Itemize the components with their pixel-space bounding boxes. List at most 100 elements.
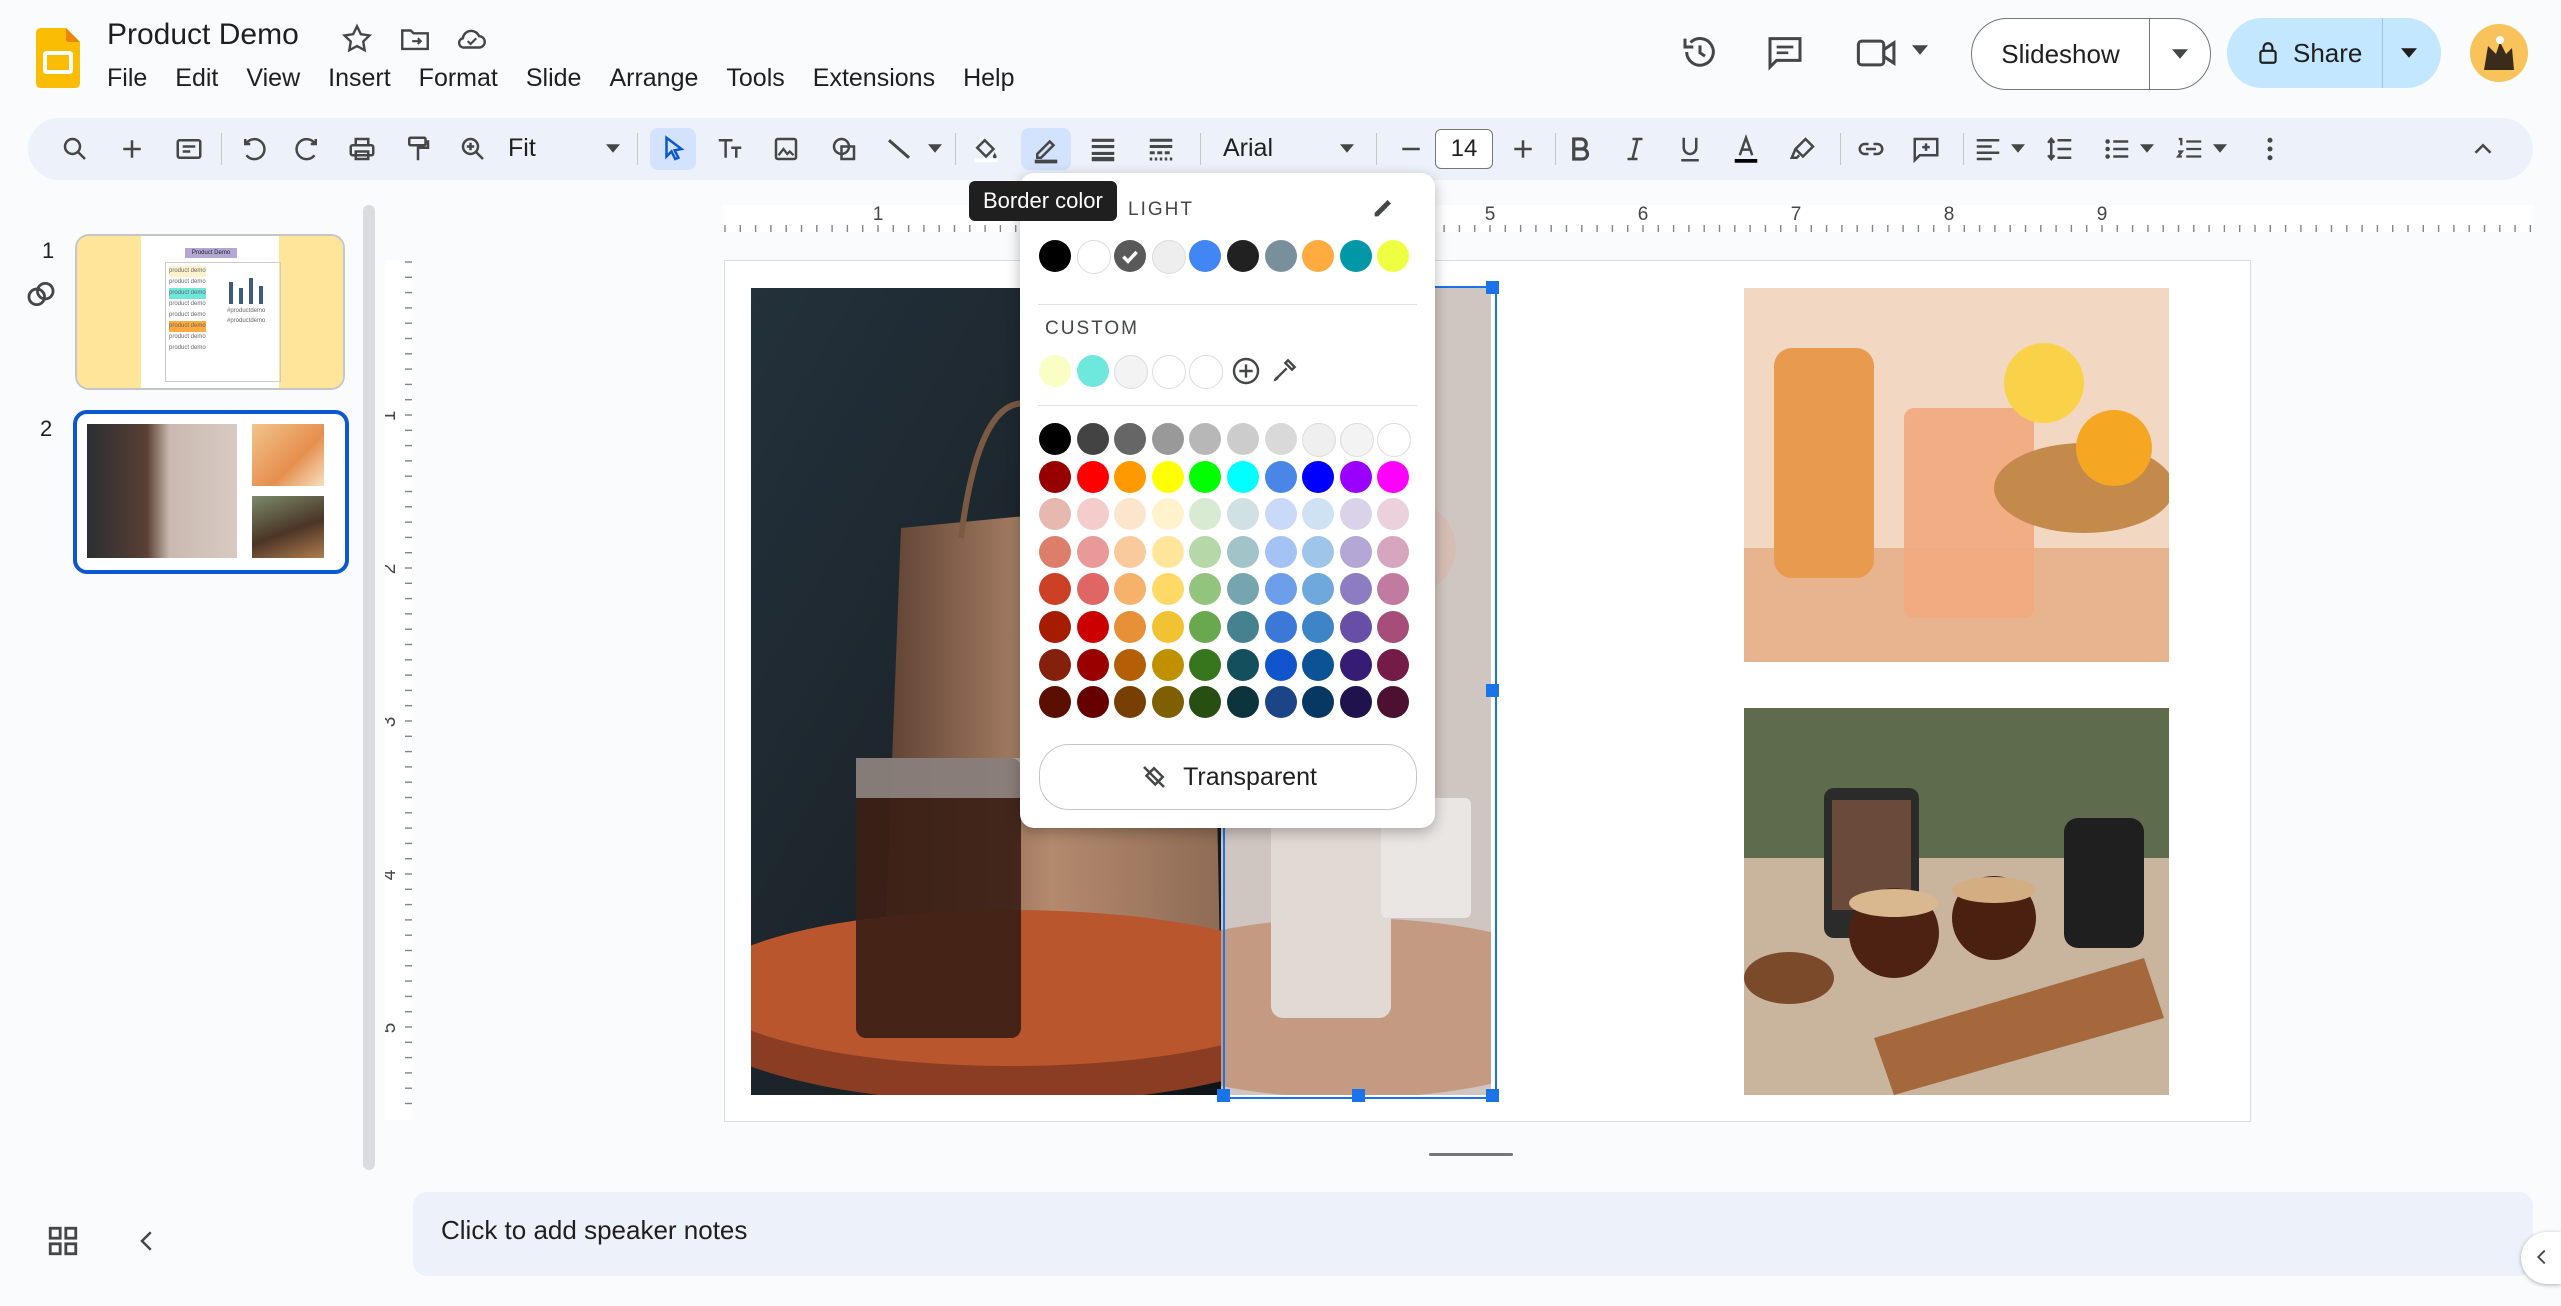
- palette-swatch-r2-4[interactable]: [1189, 498, 1222, 531]
- palette-swatch-r5-1[interactable]: [1076, 611, 1109, 643]
- palette-swatch-r6-8[interactable]: [1339, 648, 1372, 681]
- underline-button[interactable]: [1672, 131, 1708, 167]
- custom-swatch-4[interactable]: [1189, 355, 1224, 389]
- select-tool-button[interactable]: [656, 131, 692, 167]
- print-button[interactable]: [344, 131, 380, 167]
- theme-swatch-1[interactable]: [1076, 240, 1111, 274]
- undo-button[interactable]: [236, 131, 272, 167]
- palette-swatch-r0-4[interactable]: [1189, 423, 1222, 455]
- palette-swatch-r3-8[interactable]: [1339, 535, 1372, 568]
- resize-handle-ne[interactable]: [1486, 281, 1499, 294]
- shape-button[interactable]: [826, 131, 862, 167]
- palette-swatch-r6-9[interactable]: [1377, 648, 1410, 681]
- theme-swatch-2[interactable]: [1114, 240, 1147, 272]
- palette-swatch-r2-3[interactable]: [1151, 498, 1184, 531]
- palette-swatch-r4-9[interactable]: [1377, 573, 1410, 606]
- palette-swatch-r0-0[interactable]: [1039, 423, 1071, 455]
- add-comment-button[interactable]: [1908, 131, 1944, 167]
- share-dropdown-icon[interactable]: [2401, 47, 2418, 59]
- slide-canvas[interactable]: [724, 239, 2251, 1122]
- palette-swatch-r7-9[interactable]: [1377, 686, 1410, 719]
- zoom-dropdown-icon[interactable]: [606, 144, 620, 153]
- palette-swatch-r2-7[interactable]: [1302, 498, 1335, 531]
- palette-swatch-r3-2[interactable]: [1114, 535, 1147, 568]
- palette-swatch-r7-5[interactable]: [1227, 686, 1259, 719]
- palette-swatch-r2-6[interactable]: [1264, 498, 1297, 531]
- comments-icon[interactable]: [1765, 32, 1805, 72]
- palette-swatch-r2-5[interactable]: [1227, 498, 1259, 531]
- linked-objects-icon[interactable]: [24, 277, 58, 311]
- palette-swatch-r2-9[interactable]: [1377, 498, 1410, 531]
- side-panel-toggle[interactable]: [2521, 1232, 2561, 1284]
- photo-coffee-set[interactable]: [1744, 708, 2169, 1095]
- menu-format[interactable]: Format: [419, 64, 498, 93]
- menu-insert[interactable]: Insert: [328, 64, 391, 93]
- palette-swatch-r1-2[interactable]: [1114, 460, 1147, 493]
- meet-dropdown-icon[interactable]: [1912, 44, 1928, 56]
- bulleted-list-dropdown-icon[interactable]: [2140, 144, 2154, 153]
- palette-swatch-r6-0[interactable]: [1039, 648, 1071, 681]
- palette-swatch-r6-1[interactable]: [1076, 648, 1109, 681]
- palette-swatch-r5-8[interactable]: [1339, 611, 1372, 643]
- font-dropdown-icon[interactable]: [1340, 144, 1354, 153]
- resize-handle-sw[interactable]: [1217, 1089, 1230, 1102]
- italic-button[interactable]: [1617, 131, 1653, 167]
- add-custom-color-icon[interactable]: [1230, 355, 1262, 387]
- custom-swatch-2[interactable]: [1114, 355, 1149, 389]
- line-button[interactable]: [881, 131, 917, 167]
- menu-tools[interactable]: Tools: [726, 64, 784, 93]
- meet-camera-icon[interactable]: [1855, 34, 1899, 72]
- palette-swatch-r4-8[interactable]: [1339, 573, 1372, 606]
- palette-swatch-r3-0[interactable]: [1039, 535, 1071, 568]
- theme-swatch-6[interactable]: [1264, 240, 1297, 272]
- palette-swatch-r2-1[interactable]: [1076, 498, 1109, 531]
- palette-swatch-r0-9[interactable]: [1377, 423, 1412, 457]
- menu-help[interactable]: Help: [963, 64, 1014, 93]
- palette-swatch-r1-7[interactable]: [1302, 460, 1335, 493]
- eyedropper-icon[interactable]: [1268, 355, 1300, 387]
- palette-swatch-r5-0[interactable]: [1039, 611, 1071, 643]
- sidebar-scrollbar[interactable]: [363, 205, 375, 1170]
- slide-thumbnail-1[interactable]: Product Demo product demo product demo p…: [75, 234, 345, 390]
- palette-swatch-r5-5[interactable]: [1227, 611, 1259, 643]
- text-box-button[interactable]: [712, 131, 748, 167]
- zoom-button[interactable]: [455, 131, 491, 167]
- font-size-input[interactable]: 14: [1435, 129, 1493, 169]
- palette-swatch-r7-7[interactable]: [1302, 686, 1335, 719]
- palette-swatch-r6-2[interactable]: [1114, 648, 1147, 681]
- insert-link-button[interactable]: [1853, 131, 1889, 167]
- menu-extensions[interactable]: Extensions: [813, 64, 935, 93]
- palette-swatch-r6-4[interactable]: [1189, 648, 1222, 681]
- redo-button[interactable]: [289, 131, 325, 167]
- collapse-sidebar-icon[interactable]: [132, 1226, 162, 1256]
- custom-swatch-1[interactable]: [1076, 355, 1109, 387]
- palette-swatch-r4-5[interactable]: [1227, 573, 1259, 606]
- palette-swatch-r6-3[interactable]: [1151, 648, 1184, 681]
- palette-swatch-r5-4[interactable]: [1189, 611, 1222, 643]
- palette-swatch-r3-1[interactable]: [1076, 535, 1109, 568]
- palette-swatch-r7-6[interactable]: [1264, 686, 1297, 719]
- palette-swatch-r1-4[interactable]: [1189, 460, 1222, 493]
- zoom-select[interactable]: Fit: [508, 134, 536, 163]
- align-button[interactable]: [1970, 131, 2006, 167]
- palette-swatch-r3-4[interactable]: [1189, 535, 1222, 568]
- bold-button[interactable]: [1562, 131, 1598, 167]
- highlight-color-button[interactable]: [1785, 131, 1821, 167]
- palette-swatch-r2-2[interactable]: [1114, 498, 1147, 531]
- theme-swatch-3[interactable]: [1151, 240, 1186, 274]
- theme-swatch-9[interactable]: [1377, 240, 1410, 272]
- palette-swatch-r3-5[interactable]: [1227, 535, 1259, 568]
- paint-format-button[interactable]: [400, 131, 436, 167]
- palette-swatch-r5-3[interactable]: [1151, 611, 1184, 643]
- slideshow-button[interactable]: Slideshow: [1971, 18, 2211, 90]
- increase-font-size-button[interactable]: [1505, 131, 1541, 167]
- photo-iced-drink[interactable]: [1744, 288, 2169, 662]
- palette-swatch-r7-0[interactable]: [1039, 686, 1071, 719]
- palette-swatch-r4-3[interactable]: [1151, 573, 1184, 606]
- decrease-font-size-button[interactable]: [1393, 131, 1429, 167]
- user-avatar[interactable]: [2470, 24, 2528, 82]
- text-color-button[interactable]: [1728, 131, 1764, 167]
- palette-swatch-r0-2[interactable]: [1114, 423, 1147, 455]
- transparent-button[interactable]: Transparent: [1039, 744, 1417, 810]
- search-menus-button[interactable]: [57, 131, 93, 167]
